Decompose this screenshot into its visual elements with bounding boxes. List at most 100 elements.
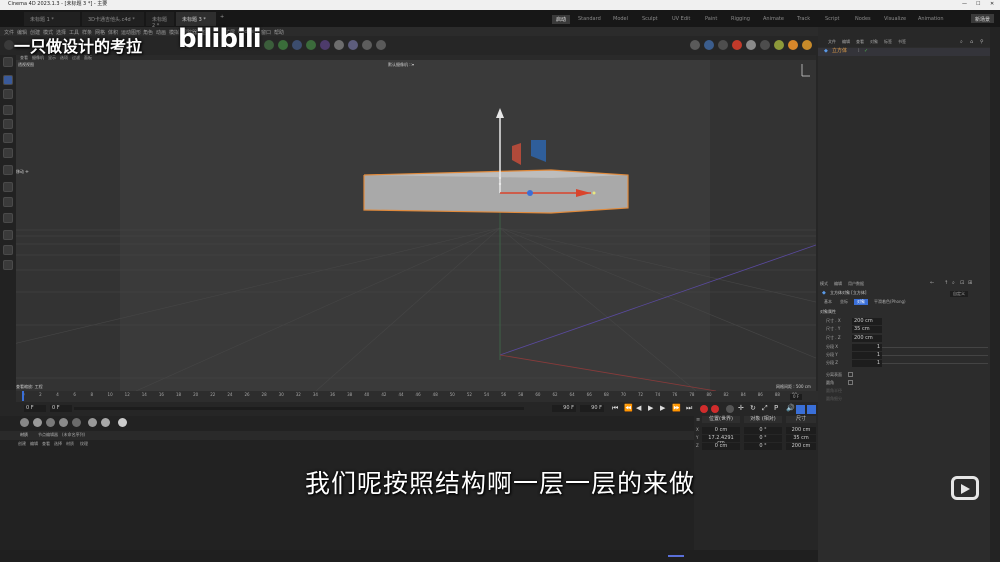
material-ball-1-icon[interactable]	[20, 418, 29, 427]
current-frame-field[interactable]: 0 F	[790, 394, 803, 400]
mat-menu-texture[interactable]: 纹理	[80, 442, 88, 446]
filter-icon[interactable]: ⚲	[980, 40, 984, 45]
next-key-icon[interactable]: ⏩	[672, 405, 681, 412]
coord-size-y[interactable]: 35 cm	[786, 435, 816, 442]
add-tab-icon[interactable]: +	[220, 15, 224, 20]
next-frame-icon[interactable]: ▶	[660, 405, 665, 412]
move-key-icon[interactable]: ✛	[738, 405, 744, 412]
layout-tab-track[interactable]: Track	[797, 16, 810, 22]
cube-tool-icon[interactable]	[264, 40, 274, 50]
prop-seg-z-field[interactable]: 1	[852, 360, 882, 367]
scene-icon[interactable]	[376, 40, 386, 50]
new-scene-button[interactable]: 新场景	[970, 14, 994, 23]
grid-icon[interactable]	[3, 230, 13, 240]
undo-icon[interactable]	[4, 40, 14, 50]
attr-tab-basic[interactable]: 基本	[824, 300, 832, 304]
material-icon[interactable]	[802, 40, 812, 50]
mat-menu-view[interactable]: 查看	[42, 442, 50, 446]
goto-end-icon[interactable]: ⏭	[686, 405, 692, 412]
tab-sequence[interactable]: (未命名序列)	[62, 433, 85, 437]
search-icon[interactable]: ⌕	[952, 281, 955, 286]
quantize-icon[interactable]	[3, 260, 13, 270]
texture-mode-icon[interactable]	[3, 89, 13, 99]
am-tab-userdata[interactable]: 用户数据	[848, 282, 864, 286]
coord-rot-y[interactable]: 0 °	[744, 435, 782, 442]
separate-surfaces-checkbox[interactable]	[848, 372, 853, 377]
om-tab-object[interactable]: 对象	[870, 40, 878, 44]
preview-start-field[interactable]: 0 F	[50, 405, 72, 412]
coord-pos-y[interactable]: 17.2.4291 cm	[702, 435, 740, 446]
layout-tab-animate[interactable]: Animate	[763, 16, 784, 22]
layout-tab-visualize[interactable]: Visualize	[884, 16, 906, 22]
magnet-icon[interactable]	[3, 213, 13, 223]
seg-x-slider[interactable]	[882, 347, 988, 348]
record-icon[interactable]	[700, 405, 708, 413]
object-name[interactable]: 立方体	[832, 49, 847, 54]
menu-help[interactable]: 帮助	[274, 29, 284, 36]
coord-size-z[interactable]: 200 cm	[786, 443, 816, 450]
mat-menu-material[interactable]: 材质	[66, 442, 74, 446]
model-mode-icon[interactable]	[3, 75, 13, 85]
attr-tab-coord[interactable]: 坐标	[840, 300, 848, 304]
doc-tab-2[interactable]: 3D卡通吉他头.c4d *	[82, 12, 144, 26]
mat-menu-select[interactable]: 选择	[54, 442, 62, 446]
perspective-viewport[interactable]: 透视视图 默认摄像机 ::▾ 移动 ✛ 查看缩放: 工程 网格间距 : 500 …	[16, 60, 816, 391]
om-tab-view[interactable]: 查看	[856, 40, 864, 44]
prop-size-y-field[interactable]: 35 cm	[852, 326, 882, 333]
cloner-icon[interactable]	[306, 40, 316, 50]
prop-size-x-field[interactable]: 200 cm	[852, 318, 882, 325]
mat-menu-create[interactable]: 创建	[18, 442, 26, 446]
preview-end-field[interactable]: 90 F	[552, 405, 576, 412]
coord-rot-z[interactable]: 0 °	[744, 443, 782, 450]
material-ball-2-icon[interactable]	[33, 418, 42, 427]
playhead[interactable]	[22, 391, 24, 401]
coord-menu-icon[interactable]: ≡	[696, 418, 700, 423]
doc-tab-1[interactable]: 未标题 1 *	[24, 12, 80, 26]
material-ball-4-icon[interactable]	[59, 418, 68, 427]
coord-header-size[interactable]: 尺寸	[786, 416, 816, 423]
coord-size-x[interactable]: 200 cm	[786, 427, 816, 434]
am-tab-mode[interactable]: 模式	[820, 282, 828, 286]
home-icon[interactable]: ⌂	[970, 40, 973, 45]
layout-tab-script[interactable]: Script	[825, 16, 840, 22]
attr-tab-object[interactable]: 对象	[854, 299, 868, 305]
coord-header-pos[interactable]: 位置(世界)	[702, 416, 740, 423]
layout-tab-sculpt[interactable]: Sculpt	[642, 16, 658, 22]
render-picture-icon[interactable]	[718, 40, 728, 50]
lock-icon[interactable]: ⊡	[960, 281, 964, 286]
material-ball-3-icon[interactable]	[46, 418, 55, 427]
asset-browser-icon[interactable]	[788, 40, 798, 50]
play-icon[interactable]: ▶	[648, 405, 653, 412]
light-icon[interactable]	[362, 40, 372, 50]
material-ball-7-icon[interactable]	[101, 418, 110, 427]
array-icon[interactable]	[292, 40, 302, 50]
live-select-icon[interactable]	[3, 57, 13, 67]
minimize-icon[interactable]: —	[962, 2, 967, 7]
render-settings-icon[interactable]	[732, 40, 742, 50]
edges-mode-icon[interactable]	[3, 119, 13, 129]
om-tab-bookmark[interactable]: 书签	[898, 40, 906, 44]
menu-animation[interactable]: 动画	[156, 29, 166, 36]
field-icon[interactable]	[334, 40, 344, 50]
enabled-check-icon[interactable]: ✓	[864, 49, 868, 54]
axis-mode-icon[interactable]	[3, 148, 13, 158]
mat-menu-edit[interactable]: 编辑	[30, 442, 38, 446]
grid-snap-icon[interactable]	[3, 245, 13, 255]
prop-size-z-field[interactable]: 200 cm	[852, 335, 882, 342]
light-bulb-icon[interactable]	[760, 40, 770, 50]
sound-icon[interactable]: 🔊	[786, 405, 795, 412]
menu-character[interactable]: 角色	[143, 29, 153, 36]
maximize-icon[interactable]: ☐	[976, 2, 980, 7]
doc-tab-3[interactable]: 未标题 2 *	[146, 12, 174, 29]
visibility-icon[interactable]: ⁞	[858, 49, 860, 54]
object-row[interactable]: ◆ 立方体 ⁞ ✓	[818, 48, 990, 56]
deformer-icon[interactable]	[320, 40, 330, 50]
menu-window[interactable]: 窗口	[261, 29, 271, 36]
polygons-mode-icon[interactable]	[3, 133, 13, 143]
seg-y-slider[interactable]	[882, 355, 988, 356]
picture-viewer-icon[interactable]	[746, 40, 756, 50]
coord-header-rot[interactable]: 对象 (相对)	[744, 416, 782, 423]
tab-node-editor[interactable]: 节点编辑器	[38, 433, 58, 437]
preset-dropdown[interactable]: 自定义	[950, 291, 968, 297]
solo-icon[interactable]	[3, 197, 13, 207]
